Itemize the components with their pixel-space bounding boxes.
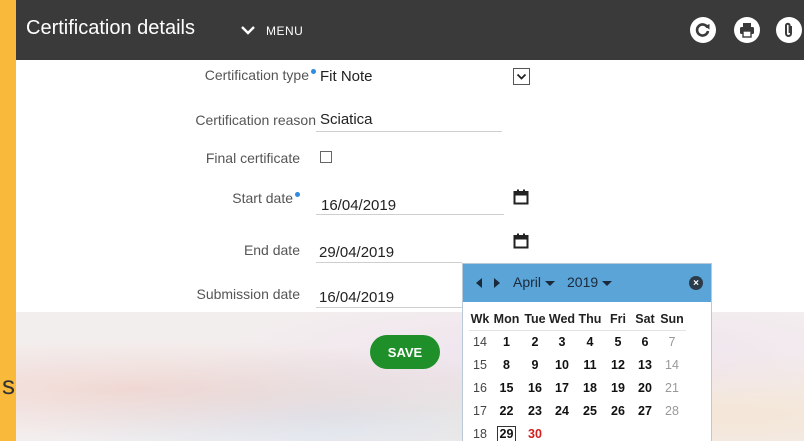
submission-date-underline — [316, 307, 462, 308]
day-cell[interactable]: 21 — [658, 376, 686, 399]
week-number: 18 — [473, 426, 487, 441]
certification-type-select[interactable]: Fit Note — [320, 68, 373, 85]
start-date-underline — [316, 214, 504, 215]
day-cell[interactable]: 6 — [632, 329, 658, 353]
submission-date-label: Submission date — [196, 286, 300, 302]
final-certificate-checkbox[interactable] — [320, 151, 332, 163]
day-cell[interactable]: 23 — [522, 399, 548, 422]
edge-text: s — [2, 370, 15, 400]
refresh-icon[interactable] — [690, 17, 716, 43]
week-row: 16 15 16 17 18 19 20 21 — [469, 376, 686, 399]
required-dot — [311, 69, 316, 74]
reason-underline — [316, 131, 502, 132]
year-selector[interactable]: 2019 — [567, 274, 613, 290]
weekday-header: Wed — [548, 311, 576, 326]
weekday-header: Sun — [660, 311, 684, 326]
day-cell[interactable]: 4 — [576, 329, 604, 353]
calendar-icon[interactable] — [513, 189, 529, 205]
day-cell[interactable]: 13 — [632, 353, 658, 376]
page-title: Certification details — [26, 17, 195, 39]
week-number: 15 — [473, 357, 487, 372]
weekday-header: Tue — [524, 311, 546, 326]
day-cell[interactable]: 14 — [658, 353, 686, 376]
day-cell[interactable]: 17 — [548, 376, 576, 399]
chevron-down-icon — [516, 73, 527, 80]
menu-button[interactable]: MENU — [266, 24, 303, 38]
day-cell[interactable]: 16 — [522, 376, 548, 399]
day-cell[interactable]: 5 — [604, 329, 632, 353]
month-selector[interactable]: April — [513, 274, 555, 290]
day-cell — [576, 422, 604, 441]
close-icon[interactable]: × — [689, 276, 703, 290]
day-cell[interactable]: 20 — [632, 376, 658, 399]
week-row: 15 8 9 10 11 12 13 14 — [469, 353, 686, 376]
day-cell[interactable]: 22 — [491, 399, 522, 422]
day-cell[interactable]: 8 — [491, 353, 522, 376]
calendar-icon[interactable] — [513, 233, 529, 249]
dropdown-toggle[interactable] — [513, 68, 530, 85]
day-cell[interactable]: 19 — [604, 376, 632, 399]
prev-month-icon[interactable] — [475, 278, 483, 288]
day-cell[interactable]: 7 — [658, 329, 686, 353]
day-cell[interactable]: 25 — [576, 399, 604, 422]
certification-reason-label: Certification reason — [195, 112, 316, 128]
end-date-input[interactable]: 29/04/2019 — [319, 244, 394, 261]
end-date-label: End date — [243, 242, 300, 258]
weekday-header: Sat — [635, 311, 655, 326]
certification-type-label: Certification type — [16, 67, 316, 83]
day-cell[interactable]: 11 — [576, 353, 604, 376]
calendar-grid: Wk Mon Tue Wed Thu Fri Sat Sun 14 1 2 3 … — [469, 308, 686, 441]
weekday-header: Thu — [578, 311, 602, 326]
weekday-header: Wk — [470, 311, 490, 326]
weekday-header: Mon — [493, 311, 520, 326]
day-cell[interactable]: 26 — [604, 399, 632, 422]
start-date-input[interactable]: 16/04/2019 — [321, 197, 396, 214]
top-bar: Certification details MENU — [16, 0, 804, 60]
required-dot — [295, 192, 300, 197]
day-cell[interactable]: 9 — [522, 353, 548, 376]
caret-down-icon — [602, 281, 613, 286]
day-cell-selected[interactable]: 29 — [491, 422, 522, 441]
week-row: 17 22 23 24 25 26 27 28 — [469, 399, 686, 422]
day-cell — [632, 422, 658, 441]
day-cell[interactable]: 2 — [522, 329, 548, 353]
day-cell[interactable]: 27 — [632, 399, 658, 422]
week-number: 16 — [473, 380, 487, 395]
day-cell — [548, 422, 576, 441]
week-row: 14 1 2 3 4 5 6 7 — [469, 329, 686, 353]
datepicker-popup: April 2019 × Wk Mon Tue Wed Thu Fri Sat … — [462, 263, 712, 441]
weekday-header: Fri — [610, 311, 626, 326]
day-cell[interactable]: 24 — [548, 399, 576, 422]
day-cell[interactable]: 10 — [548, 353, 576, 376]
day-cell[interactable]: 28 — [658, 399, 686, 422]
week-number: 14 — [469, 329, 491, 353]
certification-reason-input[interactable]: Sciatica — [320, 111, 373, 128]
day-cell[interactable]: 3 — [548, 329, 576, 353]
week-row: 18 29 30 — [469, 422, 686, 441]
chevron-down-icon[interactable] — [238, 20, 258, 40]
start-date-label: Start date — [16, 190, 300, 206]
day-cell[interactable]: 1 — [491, 329, 522, 353]
day-cell[interactable]: 15 — [491, 376, 522, 399]
end-date-underline — [316, 262, 462, 263]
week-number: 17 — [473, 403, 487, 418]
caret-down-icon — [544, 281, 555, 286]
day-cell — [604, 422, 632, 441]
save-button[interactable]: SAVE — [370, 335, 440, 369]
attach-icon[interactable] — [776, 17, 802, 43]
print-icon[interactable] — [734, 17, 760, 43]
day-cell — [658, 422, 686, 441]
day-cell[interactable]: 12 — [604, 353, 632, 376]
final-certificate-label: Final certificate — [205, 150, 300, 166]
app-frame: Certification details MENU Certification… — [16, 0, 804, 441]
submission-date-input[interactable]: 16/04/2019 — [319, 289, 394, 306]
next-month-icon[interactable] — [493, 278, 501, 288]
day-cell[interactable]: 18 — [576, 376, 604, 399]
day-cell[interactable]: 30 — [522, 422, 548, 441]
datepicker-header: April 2019 × — [463, 264, 711, 302]
